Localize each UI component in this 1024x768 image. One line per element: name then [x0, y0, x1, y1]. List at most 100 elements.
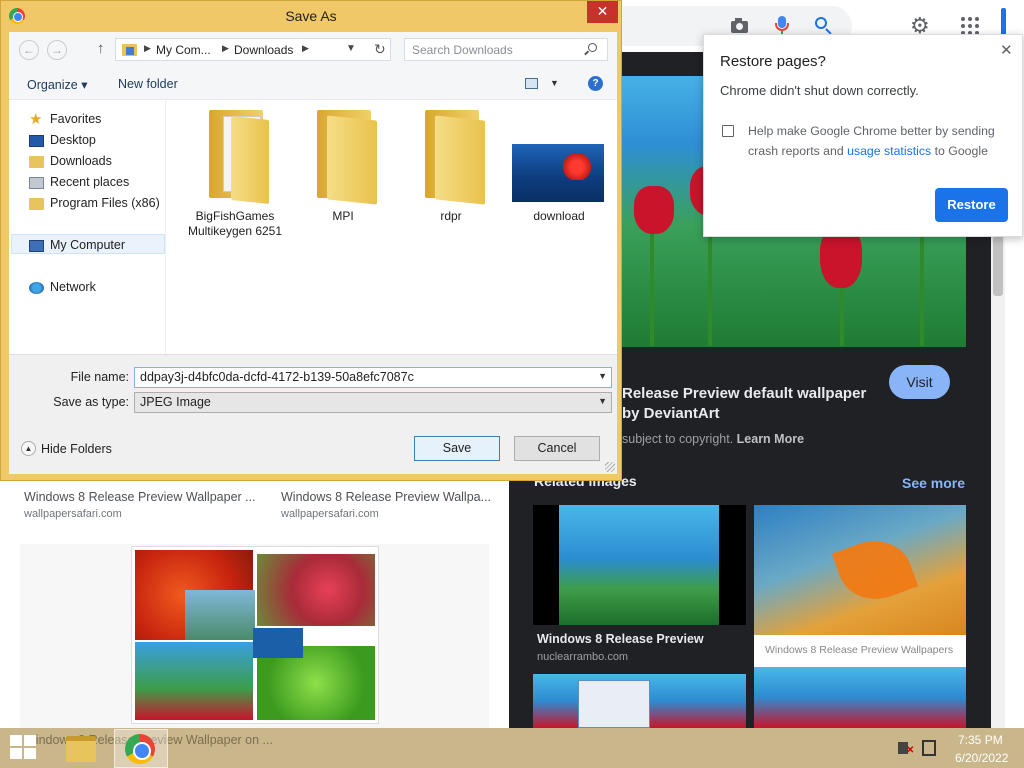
cancel-button[interactable]: Cancel	[514, 436, 600, 461]
breadcrumb-my-computer[interactable]: My Com...	[156, 43, 211, 57]
collage-tile	[185, 590, 255, 640]
download-arrow-icon	[126, 47, 134, 55]
chevron-down-icon[interactable]: ▼	[598, 396, 607, 406]
downloads-folder-icon	[29, 156, 44, 168]
network-icon	[29, 282, 44, 294]
file-name-label: download	[533, 209, 585, 223]
address-bar[interactable]: ▶ My Com... ▶ Downloads ▶ ▼ ↻	[115, 38, 391, 61]
view-options-icon[interactable]	[525, 78, 538, 89]
camera-search-icon[interactable]	[730, 16, 750, 36]
restore-button[interactable]: Restore	[935, 188, 1008, 222]
see-more-link[interactable]: See more	[902, 475, 965, 491]
chevron-up-icon: ▲	[21, 441, 36, 456]
nav-label: Network	[50, 280, 96, 294]
folder-icon	[29, 198, 44, 210]
clock-date[interactable]: 6/20/2022	[955, 751, 1008, 765]
navigation-bar: ← → ↑ ▶ My Com... ▶ Downloads ▶ ▼ ↻ Sear…	[9, 32, 617, 68]
refresh-icon[interactable]: ↻	[374, 41, 386, 58]
result-source: wallpapersafari.com	[281, 508, 379, 520]
popup-title: Restore pages?	[720, 53, 826, 70]
chevron-right-icon: ▶	[302, 43, 309, 53]
copyright-text: subject to copyright.	[622, 432, 734, 446]
nav-label: My Computer	[50, 238, 126, 252]
navigation-pane: ★ Favorites Desktop Downloads Recent pla…	[9, 100, 166, 354]
file-name-label: rdpr	[440, 209, 462, 223]
organize-menu[interactable]: Organize ▾	[27, 77, 87, 92]
mute-x-icon: ✕	[906, 745, 915, 756]
network-tray-icon[interactable]	[922, 740, 936, 756]
related-image-4[interactable]	[754, 667, 966, 728]
scrollbar-thumb[interactable]	[993, 236, 1003, 296]
related-image-source: nuclearrambo.com	[537, 651, 629, 663]
file-name-label: MPI	[332, 209, 354, 223]
search-icon[interactable]	[814, 16, 834, 36]
dialog-body: ← → ↑ ▶ My Com... ▶ Downloads ▶ ▼ ↻ Sear…	[9, 32, 617, 474]
image-thumbnail-icon	[512, 144, 604, 202]
close-button[interactable]: ✕	[587, 1, 618, 23]
back-arrow-icon[interactable]: ←	[19, 40, 39, 60]
chevron-right-icon: ▶	[144, 43, 151, 53]
apps-grid-icon[interactable]	[960, 16, 980, 36]
folder-with-papers-icon	[209, 106, 269, 204]
dialog-toolbar: Organize ▾ New folder ▼ ?	[9, 68, 617, 100]
collage-tile	[135, 642, 253, 720]
recent-places-icon	[29, 177, 44, 189]
result-source: wallpapersafari.com	[24, 508, 122, 520]
related-image-1[interactable]	[533, 505, 746, 625]
folder-icon	[425, 106, 485, 205]
dialog-title: Save As	[285, 8, 337, 24]
chevron-down-icon[interactable]: ▼	[550, 78, 559, 88]
up-arrow-icon[interactable]: ↑	[97, 40, 105, 57]
forward-arrow-icon[interactable]: →	[47, 40, 67, 60]
help-icon[interactable]: ?	[588, 76, 603, 91]
breadcrumb-downloads[interactable]: Downloads	[234, 43, 293, 57]
window-thumbnail	[578, 680, 650, 728]
help-text-after: to Google	[931, 144, 988, 158]
collage-tile	[253, 628, 303, 658]
new-folder-button[interactable]: New folder	[118, 77, 178, 91]
computer-icon	[29, 240, 44, 252]
desktop-icon	[29, 135, 44, 147]
resize-grip[interactable]	[605, 462, 615, 472]
copyright-notice: subject to copyright. Learn More	[622, 432, 804, 446]
save-type-value: JPEG Image	[140, 395, 211, 409]
help-text: Help make Google Chrome better by sendin…	[748, 121, 1004, 161]
chevron-right-icon: ▶	[222, 43, 229, 53]
save-button[interactable]: Save	[414, 436, 500, 461]
visit-button[interactable]: Visit	[889, 365, 950, 399]
save-type-select[interactable]: JPEG Image ▼	[134, 392, 612, 413]
chevron-down-icon[interactable]: ▼	[598, 371, 607, 381]
save-as-dialog: Save As ✕ ← → ↑ ▶ My Com... ▶ Downloads …	[0, 0, 622, 481]
file-name-label: BigFishGames Multikeygen 6251	[187, 209, 283, 238]
clock-time[interactable]: 7:35 PM	[958, 733, 1003, 747]
related-image-title[interactable]: Windows 8 Release Preview	[537, 632, 704, 646]
gear-icon[interactable]: ⚙	[910, 15, 930, 37]
close-icon[interactable]: ✕	[1000, 41, 1013, 59]
save-type-field-label: Save as type:	[53, 395, 129, 409]
star-icon: ★	[29, 111, 43, 128]
microphone-icon[interactable]	[772, 16, 792, 36]
nav-label: Program Files (x86)	[50, 196, 160, 210]
related-image-caption: Windows 8 Release Preview Wallpapers	[754, 635, 966, 667]
learn-more-link[interactable]: Learn More	[737, 432, 804, 446]
image-title[interactable]: Release Preview default wallpaper by Dev…	[622, 384, 872, 424]
windows-start-icon[interactable]	[10, 735, 38, 761]
search-icon	[588, 43, 597, 52]
nav-label: Favorites	[50, 112, 102, 126]
chevron-down-icon[interactable]: ▼	[346, 43, 356, 54]
crash-report-checkbox[interactable]	[722, 125, 734, 137]
file-name-field-label: File name:	[70, 370, 129, 384]
usage-statistics-link[interactable]: usage statistics	[847, 144, 931, 158]
search-placeholder: Search Downloads	[412, 43, 513, 57]
popup-message: Chrome didn't shut down correctly.	[720, 83, 919, 98]
result-title[interactable]: Windows 8 Release Preview Wallpa...	[281, 490, 491, 504]
result-title[interactable]: Windows 8 Release Preview Wallpaper ...	[24, 490, 256, 504]
file-explorer-icon[interactable]	[66, 736, 96, 762]
search-downloads-input[interactable]: Search Downloads	[404, 38, 608, 61]
nav-label: Recent places	[50, 175, 130, 189]
save-options-panel: File name: ddpay3j-d4bfc0da-dcfd-4172-b1…	[9, 354, 617, 474]
file-name-field[interactable]: ddpay3j-d4bfc0da-dcfd-4172-b139-50a8efc7…	[134, 367, 612, 388]
restore-pages-popup: Restore pages? ✕ Chrome didn't shut down…	[703, 34, 1023, 237]
collage-tile	[257, 554, 375, 626]
chrome-icon[interactable]	[125, 734, 155, 764]
